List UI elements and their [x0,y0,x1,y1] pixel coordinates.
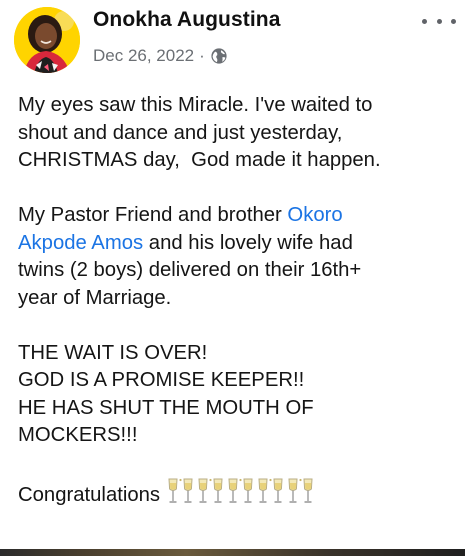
paragraph-miracle: My eyes saw this Miracle. I've waited to… [18,92,458,175]
paragraph-congratulations: Congratulations [18,477,458,514]
clinking-glasses-emojis [166,477,316,514]
text-line: CHRISTMAS day, God made it happen. [18,149,381,171]
paragraph-twins: My Pastor Friend and brother Okoro Akpod… [18,202,458,312]
mention-link[interactable]: Okoro [287,204,342,226]
avatar[interactable] [14,7,80,73]
text-line: and his lovely wife had [143,231,353,254]
post-date[interactable]: Dec 26, 2022 [93,46,194,66]
congratulations-text: Congratulations [18,484,161,506]
post-header: Onokha Augustina Dec 26, 2022 · [0,0,465,80]
more-dot [422,18,427,24]
text-line: My eyes saw this Miracle. I've waited to [18,94,373,116]
more-dot [451,18,456,24]
clinking-glasses-icon [286,477,315,505]
text-line: MOCKERS!!! [18,424,138,446]
more-options-icon[interactable] [422,12,456,30]
mention-link[interactable]: Akpode Amos [18,232,143,254]
text-line: GOD IS A PROMISE KEEPER!! [18,369,305,391]
next-post-preview-strip [0,549,465,556]
text-line: year of Marriage. [18,286,172,309]
paragraph-declaration: THE WAIT IS OVER! GOD IS A PROMISE KEEPE… [18,340,458,450]
meta-separator: · [199,46,205,65]
more-dot [436,18,442,24]
post-meta: Dec 26, 2022 · [93,45,228,67]
text-line: twins (2 boys) delivered on their 16th+ [18,259,362,281]
clinking-glasses-icon [256,477,285,505]
text-line: THE WAIT IS OVER! [18,341,208,364]
post-body: My eyes saw this Miracle. I've waited to… [18,92,458,514]
clinking-glasses-icon [196,477,225,505]
avatar-photo [14,7,80,73]
text-line: HE HAS SHUT THE MOUTH OF [18,396,314,419]
text-line: My Pastor Friend and brother [18,204,288,226]
clinking-glasses-icon [226,477,255,505]
clinking-glasses-icon [166,477,195,505]
globe-icon[interactable] [210,47,228,65]
author-name[interactable]: Onokha Augustina [93,8,281,32]
text-line: shout and dance and just yesterday, [18,121,343,144]
facebook-post: Onokha Augustina Dec 26, 2022 · My eyes … [0,0,465,556]
